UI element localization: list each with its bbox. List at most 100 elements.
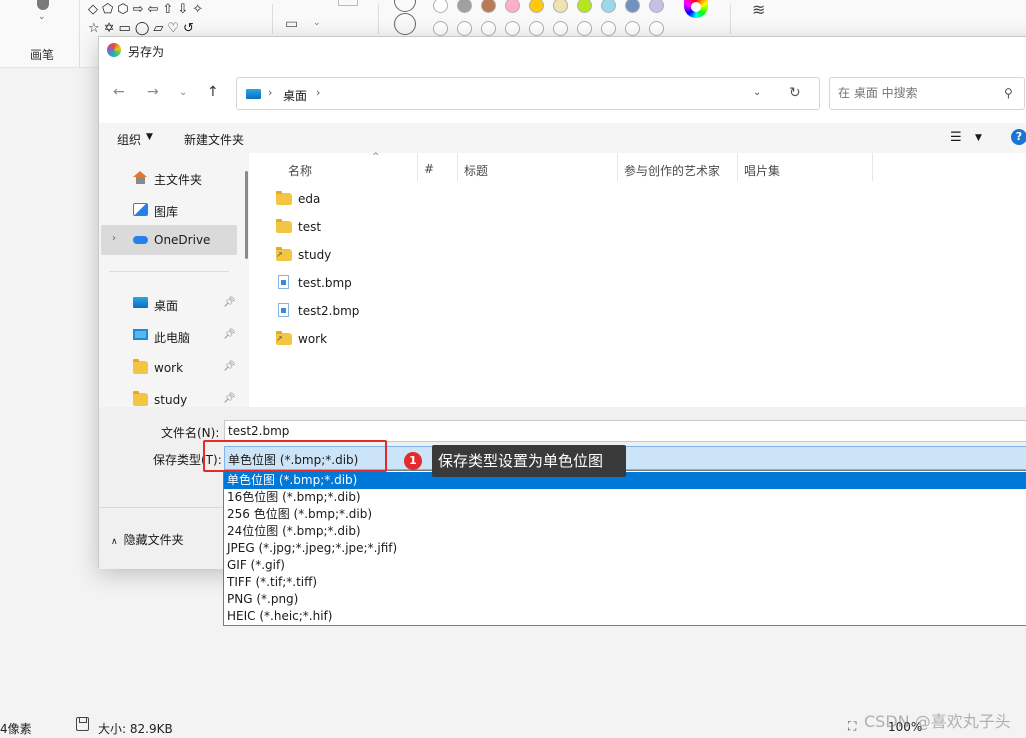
filetype-option[interactable]: 24位位图 (*.bmp;*.dib): [224, 523, 1026, 540]
search-icon[interactable]: ⚲: [1004, 86, 1013, 100]
breadcrumb-chevron-icon[interactable]: ›: [268, 86, 272, 99]
expand-chevron-icon[interactable]: ›: [112, 233, 116, 244]
brush-group[interactable]: ⌄ 画笔: [0, 0, 80, 68]
empty-color-swatch[interactable]: [529, 21, 544, 36]
fit-to-window-icon[interactable]: ⛶: [848, 719, 856, 734]
filetype-option[interactable]: 256 色位图 (*.bmp;*.dib): [224, 506, 1026, 523]
bmp-file-icon: [278, 275, 289, 289]
filetype-option[interactable]: HEIC (*.heic;*.hif): [224, 608, 1026, 625]
dialog-titlebar[interactable]: 另存为: [99, 37, 1026, 63]
address-bar[interactable]: › 桌面 › ⌄ ↻: [236, 77, 820, 110]
color-swatch[interactable]: [529, 0, 544, 13]
forward-arrow-icon[interactable]: →: [147, 84, 159, 100]
filetype-option[interactable]: GIF (*.gif): [224, 557, 1026, 574]
column-header-name[interactable]: 名称 ^: [282, 152, 418, 181]
filetype-option[interactable]: PNG (*.png): [224, 591, 1026, 608]
sidebar-item-study[interactable]: study 📌︎: [101, 385, 237, 407]
empty-color-swatch[interactable]: [457, 21, 472, 36]
color-swatch[interactable]: [577, 0, 592, 13]
chevron-down-icon: ⌄: [38, 12, 46, 22]
empty-color-swatch[interactable]: [481, 21, 496, 36]
primary-color-circle[interactable]: [394, 0, 416, 12]
shapes-gallery[interactable]: ◇⬠⬡⇨⇦⇧⇩✧ ☆✡▭◯▱♡↺: [88, 0, 268, 38]
filename-combobox[interactable]: ⌄: [224, 420, 1026, 442]
save-icon: [76, 717, 89, 731]
color-swatch[interactable]: [601, 0, 616, 13]
pin-icon[interactable]: 📌︎: [223, 297, 236, 308]
new-folder-button[interactable]: 新建文件夹: [184, 131, 244, 148]
pin-icon[interactable]: 📌︎: [223, 361, 236, 372]
empty-color-swatch[interactable]: [577, 21, 592, 36]
file-name: eda: [298, 192, 321, 206]
column-header-number[interactable]: #: [418, 153, 458, 181]
sidebar-scrollbar[interactable]: [245, 171, 248, 259]
filename-input[interactable]: [228, 424, 1008, 438]
color-swatch[interactable]: [457, 0, 472, 13]
recent-locations-chevron-icon[interactable]: ⌄: [179, 87, 187, 98]
file-row[interactable]: work: [270, 327, 570, 351]
pixel-readout: 4像素: [0, 722, 32, 736]
empty-color-swatch[interactable]: [601, 21, 616, 36]
help-icon[interactable]: ?: [1011, 129, 1026, 145]
organize-chevron-icon[interactable]: ▼: [146, 132, 153, 142]
hide-folders-button[interactable]: ∧ 隐藏文件夹: [111, 531, 184, 548]
empty-color-swatch[interactable]: [625, 21, 640, 36]
filetype-option[interactable]: 16色位图 (*.bmp;*.dib): [224, 489, 1026, 506]
sidebar-item-home[interactable]: 主文件夹: [101, 163, 237, 193]
sidebar-item-work[interactable]: work 📌︎: [101, 353, 237, 383]
ribbon-divider: [378, 4, 379, 34]
address-dropdown-icon[interactable]: ⌄: [753, 87, 761, 98]
filetype-option[interactable]: TIFF (*.tif;*.tiff): [224, 574, 1026, 591]
brush-icon: [37, 0, 49, 10]
chevron-down-icon[interactable]: ⌄: [313, 18, 321, 28]
file-row[interactable]: test.bmp: [270, 271, 570, 295]
fill-icon[interactable]: ▭: [285, 16, 298, 32]
color-swatch[interactable]: [481, 0, 496, 13]
file-row[interactable]: test2.bmp: [270, 299, 570, 323]
empty-color-swatch[interactable]: [505, 21, 520, 36]
up-arrow-icon[interactable]: ↑: [207, 84, 219, 100]
sort-ascending-icon: ^: [372, 152, 380, 162]
sidebar-item-label: 图库: [154, 205, 179, 219]
folder-icon: [133, 359, 148, 374]
color-swatch[interactable]: [553, 0, 568, 13]
sidebar-item-desktop[interactable]: 桌面 📌︎: [101, 289, 237, 319]
file-list: 名称 ^ # 标题 参与创作的艺术家 唱片集 eda test study: [256, 152, 1026, 407]
shapes-row-1[interactable]: ◇⬠⬡⇨⇦⇧⇩✧: [88, 0, 268, 19]
empty-color-swatch[interactable]: [649, 21, 664, 36]
file-row[interactable]: eda: [270, 187, 570, 211]
file-row[interactable]: test: [270, 215, 570, 239]
sidebar-item-onedrive[interactable]: › OneDrive: [101, 225, 237, 255]
breadcrumb-chevron-icon[interactable]: ›: [316, 86, 320, 99]
column-header-title[interactable]: 标题: [458, 153, 618, 181]
size-box[interactable]: [338, 0, 358, 6]
view-options-icon[interactable]: ☰: [950, 130, 962, 145]
column-header-album[interactable]: 唱片集: [738, 153, 873, 181]
color-swatch[interactable]: [505, 0, 520, 13]
pin-icon[interactable]: 📌︎: [223, 329, 236, 340]
organize-button[interactable]: 组织: [117, 131, 141, 148]
empty-color-swatch[interactable]: [433, 21, 448, 36]
filetype-option[interactable]: JPEG (*.jpg;*.jpeg;*.jpe;*.jfif): [224, 540, 1026, 557]
sidebar-item-gallery[interactable]: 图库: [101, 195, 237, 225]
pin-icon[interactable]: 📌︎: [223, 393, 236, 404]
breadcrumb-desktop[interactable]: 桌面: [283, 87, 307, 104]
color-swatch[interactable]: [649, 0, 664, 13]
secondary-color-circle[interactable]: [394, 13, 416, 35]
search-box[interactable]: ⚲: [829, 77, 1025, 110]
search-input[interactable]: [838, 86, 998, 100]
file-row[interactable]: study: [270, 243, 570, 267]
sidebar-item-label: 此电脑: [154, 331, 191, 345]
column-header-artist[interactable]: 参与创作的艺术家: [618, 153, 738, 181]
empty-color-swatch[interactable]: [553, 21, 568, 36]
brush-label: 画笔: [30, 48, 55, 62]
sidebar-item-this-pc[interactable]: 此电脑 📌︎: [101, 321, 237, 351]
refresh-icon[interactable]: ↻: [789, 85, 801, 101]
color-wheel-center: [691, 2, 701, 12]
layers-icon[interactable]: ≋: [752, 0, 765, 19]
color-swatch[interactable]: [433, 0, 448, 13]
back-arrow-icon[interactable]: ←: [113, 84, 125, 100]
sidebar-item-label: work: [154, 361, 184, 375]
view-chevron-icon[interactable]: ▼: [975, 133, 982, 143]
color-swatch[interactable]: [625, 0, 640, 13]
